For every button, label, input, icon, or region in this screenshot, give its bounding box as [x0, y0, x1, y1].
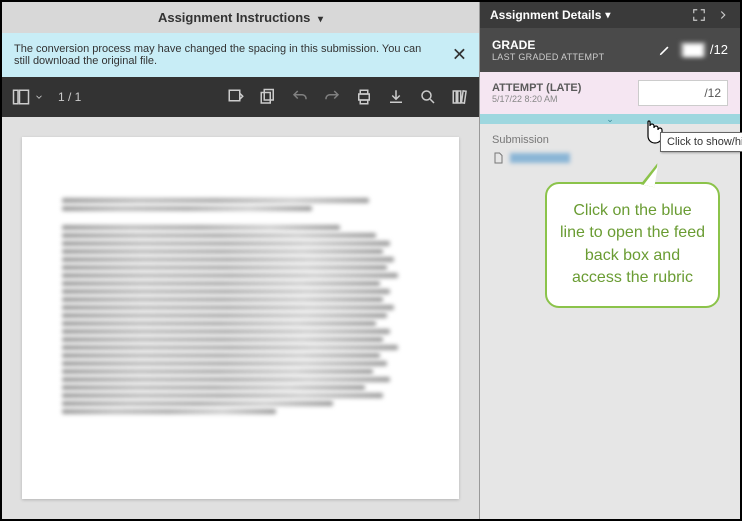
grade-input[interactable]: [638, 80, 728, 106]
expand-icon[interactable]: [692, 8, 706, 22]
annotate-icon[interactable]: [227, 88, 245, 106]
document-toolbar: 1 / 1: [2, 77, 479, 117]
document-viewer[interactable]: [2, 117, 479, 519]
search-icon[interactable]: [419, 88, 437, 106]
file-icon: [492, 152, 504, 164]
assignment-instructions-title: Assignment Instructions: [158, 10, 310, 25]
pencil-icon[interactable]: [658, 43, 672, 57]
submission-file-row[interactable]: [492, 152, 728, 164]
sidebar-toggle-button[interactable]: [12, 88, 44, 106]
chevron-right-icon[interactable]: [716, 8, 730, 22]
tooltip: Click to show/hide: [660, 132, 742, 152]
help-callout: Click on the blue line to open the feed …: [545, 182, 720, 308]
feedback-toggle-bar[interactable]: ⌄: [480, 114, 740, 124]
assignment-details-header[interactable]: Assignment Details ▾: [480, 2, 740, 28]
close-icon[interactable]: ✕: [452, 45, 467, 66]
chevron-down-icon: ▾: [318, 14, 323, 25]
notice-text: The conversion process may have changed …: [14, 43, 421, 67]
submission-filename: [510, 153, 570, 163]
grade-subtitle: LAST GRADED ATTEMPT: [492, 52, 604, 62]
attempt-row: ATTEMPT (LATE) 5/17/22 8:20 AM: [480, 72, 740, 114]
library-icon[interactable]: [451, 88, 469, 106]
grade-score: ▇▇ /12: [680, 42, 728, 58]
sidebar-icon: [12, 88, 30, 106]
attempt-timestamp: 5/17/22 8:20 AM: [492, 94, 581, 104]
callout-text: Click on the blue line to open the feed …: [560, 202, 705, 286]
download-icon[interactable]: [387, 88, 405, 106]
undo-icon[interactable]: [291, 88, 309, 106]
redo-icon[interactable]: [323, 88, 341, 106]
conversion-notice: The conversion process may have changed …: [2, 33, 479, 77]
grade-summary: GRADE LAST GRADED ATTEMPT ▇▇ /12: [480, 28, 740, 72]
chevron-down-icon: [34, 92, 44, 102]
assignment-instructions-header[interactable]: Assignment Instructions ▾: [2, 2, 479, 33]
document-page: [22, 137, 459, 499]
page-indicator: 1 / 1: [58, 90, 81, 104]
chevron-down-icon: ⌄: [606, 114, 614, 125]
assignment-details-title: Assignment Details: [490, 8, 601, 22]
print-icon[interactable]: [355, 88, 373, 106]
chevron-down-icon: ▾: [605, 10, 610, 21]
grade-label: GRADE: [492, 38, 604, 52]
pages-icon[interactable]: [259, 88, 277, 106]
assignment-details-panel: Assignment Details ▾ GRADE LAST GRADED A…: [480, 2, 740, 519]
attempt-title: ATTEMPT (LATE): [492, 82, 581, 94]
